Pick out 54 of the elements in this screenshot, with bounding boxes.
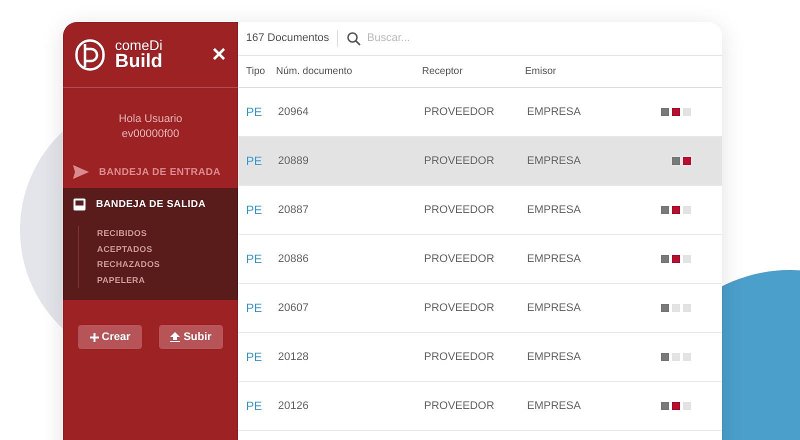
column-header: Emisor — [525, 65, 558, 79]
type-cell-text: PE — [245, 202, 264, 219]
table-cell-text: 20889 — [278, 154, 310, 169]
table-cell-text: EMPRESA — [527, 104, 582, 120]
table-cell-text: EMPRESA — [527, 154, 582, 169]
table-cell-text: PROVEEDOR — [424, 398, 496, 414]
search-field[interactable]: Buscar... — [367, 30, 568, 47]
table-cell-text: PROVEEDOR — [424, 350, 496, 365]
table-cell-text: 20128 — [278, 350, 310, 365]
column-header: Receptor — [422, 65, 464, 79]
plus-icon — [90, 332, 99, 342]
search-icon — [347, 32, 362, 46]
table-cell-text: EMPRESA — [527, 300, 582, 316]
table-cell-text: 20964 — [278, 104, 310, 120]
send-icon — [73, 165, 89, 179]
table-cell-text: 20126 — [278, 398, 310, 414]
type-cell-text: PE — [245, 349, 264, 366]
close-button[interactable]: × — [212, 42, 226, 66]
table-cell-text: PROVEEDOR — [424, 202, 496, 218]
document-count: 167 Documentos — [246, 30, 338, 47]
type-cell-text: PE — [245, 251, 264, 268]
action-button[interactable]: Subir — [159, 325, 223, 349]
table-cell-text: EMPRESA — [527, 252, 582, 267]
column-header: Tipo — [245, 65, 266, 79]
submenu-item[interactable]: RECHAZADOS — [97, 257, 238, 272]
column-header: Núm. documento — [276, 65, 354, 79]
table-cell-text: 20607 — [278, 300, 310, 316]
user-id: ev00000f00 — [122, 127, 180, 142]
greeting-text: Hola Usuario — [118, 112, 182, 127]
table-cell-text: 20887 — [278, 202, 310, 218]
table-cell-text: PROVEEDOR — [424, 104, 496, 120]
type-cell-text: PE — [245, 104, 264, 121]
table-cell-text: EMPRESA — [527, 350, 582, 365]
submenu-item[interactable]: ACEPTADOS — [97, 242, 238, 257]
type-cell-text: PE — [245, 300, 264, 317]
table-cell-text: EMPRESA — [527, 398, 582, 414]
logo-icon — [75, 38, 105, 70]
inbox-icon — [73, 198, 86, 210]
submenu-item[interactable]: PAPELERA — [97, 272, 238, 288]
table-cell-text: EMPRESA — [527, 202, 582, 218]
submenu-item[interactable]: RECIBIDOS — [97, 226, 238, 242]
type-cell-text: PE — [245, 398, 264, 415]
table-cell-text: 20886 — [278, 252, 310, 267]
table-row[interactable]: PE 20889 PROVEEDOR EMPRESA — [238, 137, 722, 186]
type-cell-text: PE — [245, 153, 264, 170]
table-cell-text: PROVEEDOR — [424, 154, 496, 169]
table-cell-text: PROVEEDOR — [424, 252, 496, 267]
logo-text: Build — [115, 52, 162, 71]
action-button[interactable]: Crear — [78, 325, 142, 349]
upload-icon — [170, 332, 180, 342]
table-cell-text: PROVEEDOR — [424, 300, 496, 316]
nav-item[interactable]: BANDEJA DE SALIDA — [63, 188, 238, 220]
nav-item[interactable]: BANDEJA DE ENTRADA — [63, 156, 238, 188]
logo-text: comeDi — [115, 38, 162, 52]
